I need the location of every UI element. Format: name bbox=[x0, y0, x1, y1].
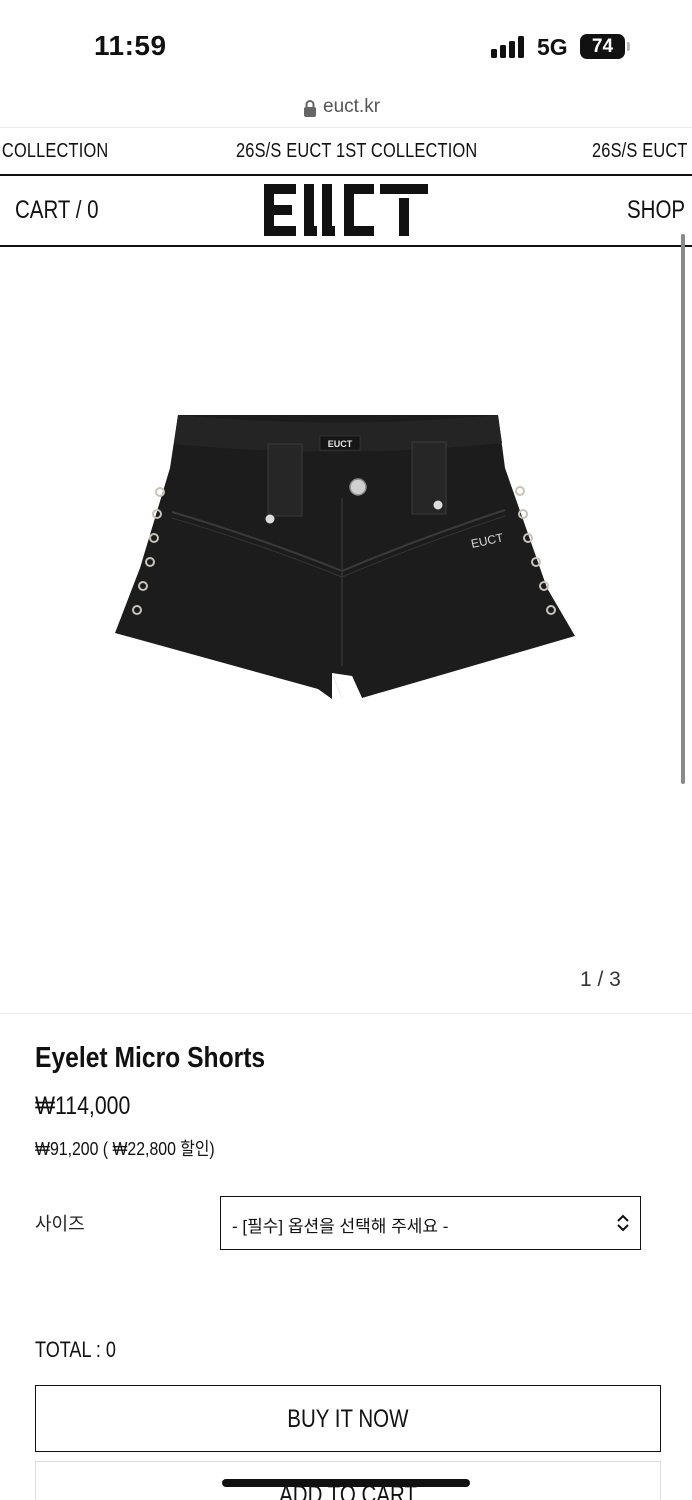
announcement-marquee: 26S/S EUCT 1ST COLLECTION 26S/S EUCT 1ST… bbox=[0, 128, 692, 176]
lock-icon bbox=[304, 100, 316, 117]
signal-icon bbox=[491, 36, 527, 58]
size-select-value: - [필수] 옵션을 선택해 주세요 - bbox=[232, 1217, 449, 1236]
battery-cap bbox=[627, 42, 630, 51]
buy-now-label: BUY IT NOW bbox=[287, 1405, 409, 1433]
battery-icon: 74 bbox=[580, 34, 625, 59]
gallery-pager: 1 / 3 bbox=[580, 968, 621, 991]
buy-now-button[interactable]: BUY IT NOW bbox=[35, 1385, 661, 1452]
product-gallery[interactable]: EUCT EUCT 1 / 3 bbox=[0, 248, 692, 1014]
url-text: euct.kr bbox=[323, 96, 381, 117]
marquee-item: 26S/S EUCT 1ST COLLECTION bbox=[592, 140, 692, 162]
euct-logo[interactable] bbox=[264, 184, 428, 236]
product-sale-price: ₩91,200 ( ₩22,800 할인) bbox=[35, 1139, 215, 1159]
chevron-updown-icon bbox=[617, 1214, 629, 1232]
network-label: 5G bbox=[537, 34, 568, 60]
total-label: TOTAL : 0 bbox=[35, 1337, 116, 1362]
home-indicator[interactable] bbox=[222, 1479, 470, 1487]
product-image-shorts: EUCT EUCT bbox=[115, 415, 575, 699]
marquee-item: 26S/S EUCT 1ST COLLECTION bbox=[236, 140, 478, 162]
browser-url-bar[interactable]: euct.kr bbox=[0, 92, 692, 128]
size-select[interactable]: - [필수] 옵션을 선택해 주세요 - bbox=[220, 1196, 641, 1250]
cart-link[interactable]: CART / 0 bbox=[15, 196, 99, 225]
product-name: Eyelet Micro Shorts bbox=[35, 1042, 266, 1074]
status-bar: 11:59 5G 74 bbox=[0, 0, 692, 92]
marquee-item: 26S/S EUCT 1ST COLLECTION bbox=[0, 140, 109, 162]
status-time: 11:59 bbox=[94, 30, 167, 61]
size-option-label: 사이즈 bbox=[35, 1214, 85, 1234]
product-price: ₩114,000 bbox=[35, 1092, 131, 1120]
site-header: CART / 0 SHOP bbox=[0, 176, 692, 247]
garment-label-text: EUCT bbox=[328, 439, 353, 449]
shop-link[interactable]: SHOP bbox=[627, 196, 685, 225]
